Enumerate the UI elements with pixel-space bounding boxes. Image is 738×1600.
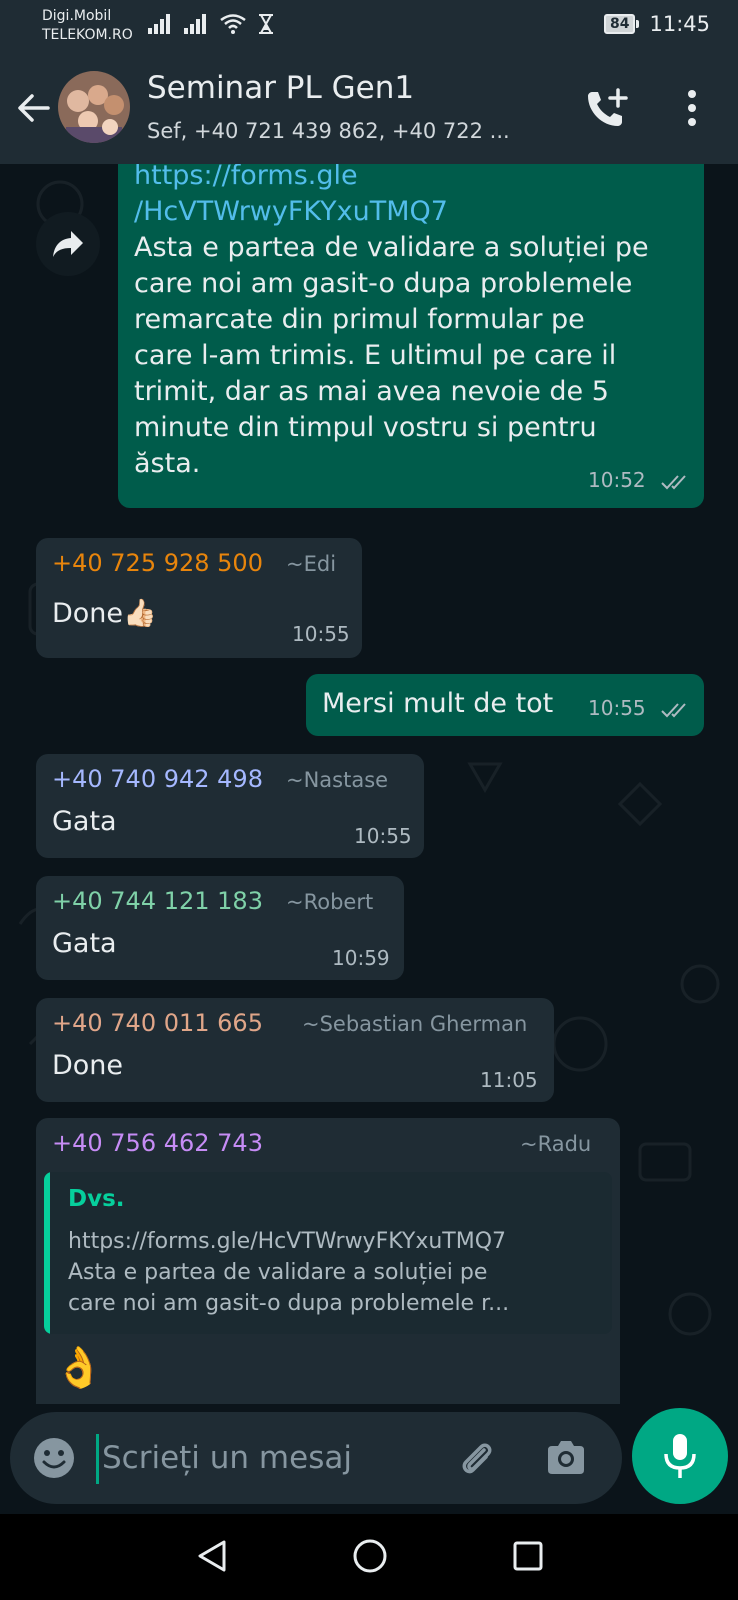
message-bubble-incoming[interactable]: +40 740 942 498 ~Nastase Gata 10:55 <box>36 754 424 858</box>
sender-alias: ~Robert <box>286 890 374 914</box>
text-caret <box>96 1434 99 1484</box>
quote-line: https://forms.gle/HcVTWrwyFKYxuTMQ7 <box>68 1229 507 1254</box>
message-text: remarcate din primul formular pe <box>134 304 585 335</box>
more-options-button[interactable] <box>680 86 704 132</box>
message-text: Done <box>52 1050 124 1081</box>
message-text: minute din timpul vostru si pentru <box>134 412 597 443</box>
message-time: 11:05 <box>480 1068 538 1092</box>
chat-title[interactable]: Seminar PL Gen1 <box>147 70 414 106</box>
message-sender[interactable]: +40 725 928 500 <box>52 548 263 578</box>
carrier-label: Digi.Mobil TELEKOM.RO <box>42 8 133 43</box>
mic-icon <box>664 1434 696 1478</box>
message-text: Done👍🏻 <box>52 598 157 629</box>
sender-alias: ~Edi <box>286 552 337 576</box>
system-navigation-bar <box>0 1514 738 1600</box>
attach-button[interactable] <box>454 1436 498 1480</box>
signal-icon <box>148 14 170 34</box>
forward-button[interactable] <box>36 212 100 276</box>
arrow-left-icon <box>18 94 50 122</box>
forward-icon <box>53 231 83 257</box>
add-call-button[interactable] <box>584 86 630 132</box>
sender-alias: ~Radu <box>520 1132 592 1156</box>
chat-participants[interactable]: Sef, +40 721 439 862, +40 722 ... <box>147 119 547 143</box>
message-sender[interactable]: +40 744 121 183 <box>52 886 263 916</box>
message-bubble-outgoing[interactable]: https://forms.gle /HcVTWrwyFKYxuTMQ7 Ast… <box>118 164 704 508</box>
quoted-message[interactable]: Dvs. https://forms.gle/HcVTWrwyFKYxuTMQ7… <box>44 1172 612 1334</box>
message-time: 10:55 <box>588 696 646 720</box>
hourglass-icon <box>259 14 273 34</box>
signal-icon <box>184 14 206 34</box>
message-input[interactable] <box>102 1426 432 1490</box>
voice-message-button[interactable] <box>632 1408 728 1504</box>
quote-line: Asta e partea de validare a soluției pe <box>68 1260 488 1285</box>
message-bubble-incoming[interactable]: +40 740 011 665 ~Sebastian Gherman Done … <box>36 998 554 1102</box>
quote-author: Dvs. <box>68 1186 125 1212</box>
add-call-icon <box>588 88 628 126</box>
message-bubble-incoming[interactable]: +40 744 121 183 ~Robert Gata 10:59 <box>36 876 404 980</box>
quote-line: care noi am gasit-o dupa problemele r... <box>68 1291 510 1316</box>
sender-alias: ~Sebastian Gherman <box>302 1012 528 1036</box>
back-button[interactable] <box>14 88 54 128</box>
message-link[interactable]: /HcVTWrwyFKYxuTMQ7 <box>134 194 649 230</box>
status-time: 11:45 <box>649 12 710 36</box>
nav-recents-icon[interactable] <box>510 1538 546 1574</box>
message-text: ăsta. <box>134 448 201 479</box>
message-text: Gata <box>52 928 117 959</box>
message-text: care l-am trimis. E ultimul pe care il <box>134 340 617 371</box>
status-icons <box>148 14 274 34</box>
paperclip-icon <box>462 1443 492 1474</box>
message-text: Asta e partea de validare a soluției pe <box>134 232 649 263</box>
message-sender[interactable]: +40 756 462 743 <box>52 1128 263 1158</box>
camera-icon <box>548 1441 584 1474</box>
message-time: 10:55 <box>292 622 350 646</box>
message-time: 10:59 <box>332 946 390 970</box>
message-text: trimit, dar as mai avea nevoie de 5 <box>134 376 609 407</box>
message-link[interactable]: https://forms.gle <box>134 164 649 194</box>
message-emoji: 👌 <box>54 1345 104 1391</box>
message-sender[interactable]: +40 740 011 665 <box>52 1008 263 1038</box>
message-composer <box>10 1412 622 1504</box>
nav-home-icon[interactable] <box>352 1538 388 1574</box>
more-vert-icon <box>688 90 696 126</box>
wifi-icon <box>220 14 246 34</box>
double-check-icon <box>661 474 686 489</box>
message-text: care noi am gasit-o dupa problemele <box>134 268 633 299</box>
message-text: Gata <box>52 806 117 837</box>
message-time: 10:55 <box>354 824 412 848</box>
status-bar: Digi.Mobil TELEKOM.RO 84 11:45 <box>0 0 738 52</box>
nav-back-icon[interactable] <box>194 1538 230 1574</box>
chat-area[interactable]: https://forms.gle /HcVTWrwyFKYxuTMQ7 Ast… <box>0 164 738 1404</box>
double-check-icon <box>661 702 686 717</box>
battery-indicator: 84 <box>603 14 640 34</box>
emoji-button[interactable] <box>32 1436 76 1480</box>
message-bubble-outgoing[interactable]: Mersi mult de tot 10:55 <box>306 674 704 736</box>
group-avatar[interactable] <box>58 71 130 143</box>
camera-button[interactable] <box>544 1436 588 1480</box>
emoji-icon <box>34 1438 74 1478</box>
message-time: 10:52 <box>588 468 646 492</box>
sender-alias: ~Nastase <box>286 768 389 792</box>
message-bubble-incoming[interactable]: +40 725 928 500 ~Edi Done👍🏻 10:55 <box>36 538 362 658</box>
chat-header: Seminar PL Gen1 Sef, +40 721 439 862, +4… <box>0 52 738 164</box>
message-sender[interactable]: +40 740 942 498 <box>52 764 263 794</box>
message-text: Mersi mult de tot <box>322 688 554 719</box>
